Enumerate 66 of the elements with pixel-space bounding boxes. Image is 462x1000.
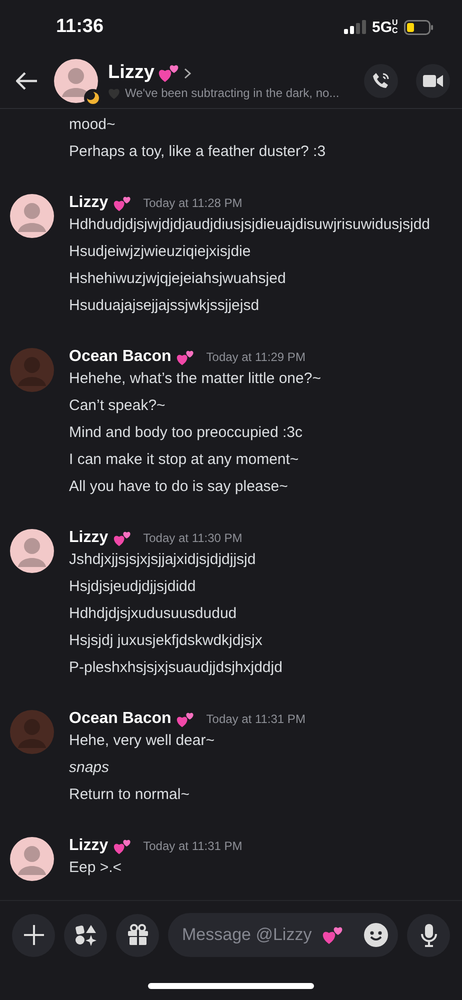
- gift-button[interactable]: [116, 914, 159, 956]
- hearts-icon: [158, 63, 180, 83]
- author-name[interactable]: Lizzy: [69, 194, 108, 212]
- apps-button[interactable]: [64, 914, 107, 956]
- message-input[interactable]: Message @Lizzy: [182, 925, 318, 945]
- message-text: mood~: [69, 115, 116, 135]
- timestamp: Today at 11:29 PM: [206, 350, 306, 364]
- back-arrow-icon[interactable]: [16, 72, 38, 90]
- battery-icon: [404, 20, 434, 34]
- microphone-icon: [420, 923, 438, 947]
- add-button[interactable]: [12, 914, 55, 956]
- author-name[interactable]: Ocean Bacon: [69, 348, 172, 366]
- message-text: Jshdjxjjsjsjxjsjjajxidjsjdjdjjsjd: [69, 550, 257, 570]
- message-text: Hehehe, what’s the matter little one?~: [69, 369, 322, 389]
- video-call-button[interactable]: [416, 64, 450, 98]
- message-text: Eep >.<: [69, 858, 123, 878]
- message-text: Hdhdjdjsjxudusuusdudud: [69, 604, 238, 624]
- timestamp: Today at 11:31 PM: [143, 839, 242, 853]
- heart-icon: [108, 88, 120, 98]
- message-text: Perhaps a toy, like a feather duster? :3: [69, 142, 327, 162]
- author-name[interactable]: Lizzy: [69, 837, 108, 855]
- custom-status: We've been subtracting in the dark, no...: [125, 86, 340, 100]
- message-text: Hsuduajajsejjajssjwkjssjjejsd: [69, 296, 260, 316]
- hearts-icon: [322, 925, 344, 945]
- message-text: Return to normal~: [69, 785, 190, 805]
- shapes-icon: [74, 924, 96, 946]
- message-text: Can’t speak?~: [69, 396, 166, 416]
- hearts-icon: [176, 710, 196, 728]
- signal-icon: [344, 20, 366, 34]
- hearts-icon: [113, 194, 132, 212]
- avatar[interactable]: [10, 194, 54, 238]
- message-text: Hdhdudjdjsjwjdjdjaudjdiusjsjdieuajdisuwjrisuwidusjsjdd: [69, 215, 432, 235]
- network-label: 5G: [372, 18, 392, 36]
- avatar[interactable]: [54, 59, 98, 103]
- message-text: Hsudjeiwjzjwieuziqiejxisjdie: [69, 242, 252, 262]
- clock-time: 11:36: [56, 16, 105, 38]
- video-camera-icon: [423, 74, 443, 88]
- phone-icon: [372, 72, 390, 90]
- hearts-icon: [113, 530, 132, 546]
- message-text: Hehe, very well dear~: [69, 731, 216, 751]
- timestamp: Today at 11:28 PM: [143, 196, 242, 210]
- avatar[interactable]: [10, 837, 54, 881]
- voice-call-button[interactable]: [364, 64, 398, 98]
- message-text: snaps: [69, 758, 110, 778]
- message-text: I can make it stop at any moment~: [69, 450, 300, 470]
- hearts-icon: [176, 348, 196, 366]
- message-text: Mind and body too preoccupied :3c: [69, 423, 304, 443]
- message-field[interactable]: Message @Lizzy: [168, 913, 398, 957]
- timestamp: Today at 11:31 PM: [206, 712, 306, 726]
- author-name[interactable]: Ocean Bacon: [69, 710, 172, 728]
- message-text: P-pleshxhsjsjxjsuaudjjdsjhxjddjd: [69, 658, 284, 678]
- network-label: UC: [392, 19, 399, 35]
- author-name[interactable]: Lizzy: [69, 529, 108, 547]
- emoji-icon[interactable]: [364, 923, 388, 947]
- message-text: Hshehiwuzjwjqjejeiahsjwuahsjed: [69, 269, 287, 289]
- gift-icon: [126, 924, 148, 946]
- voice-message-button[interactable]: [407, 914, 450, 956]
- chevron-icon[interactable]: [184, 68, 192, 78]
- hearts-icon: [113, 838, 132, 854]
- contact-name[interactable]: Lizzy: [108, 62, 154, 84]
- message-text: All you have to do is say please~: [69, 477, 289, 497]
- message-text: Hsjdjsjeudjdjjsjdidd: [69, 577, 197, 597]
- avatar[interactable]: [10, 529, 54, 573]
- plus-icon: [22, 924, 44, 946]
- timestamp: Today at 11:30 PM: [143, 531, 242, 545]
- message-text: Hsjsjdj juxusjekfjdskwdkjdjsjx: [69, 631, 264, 651]
